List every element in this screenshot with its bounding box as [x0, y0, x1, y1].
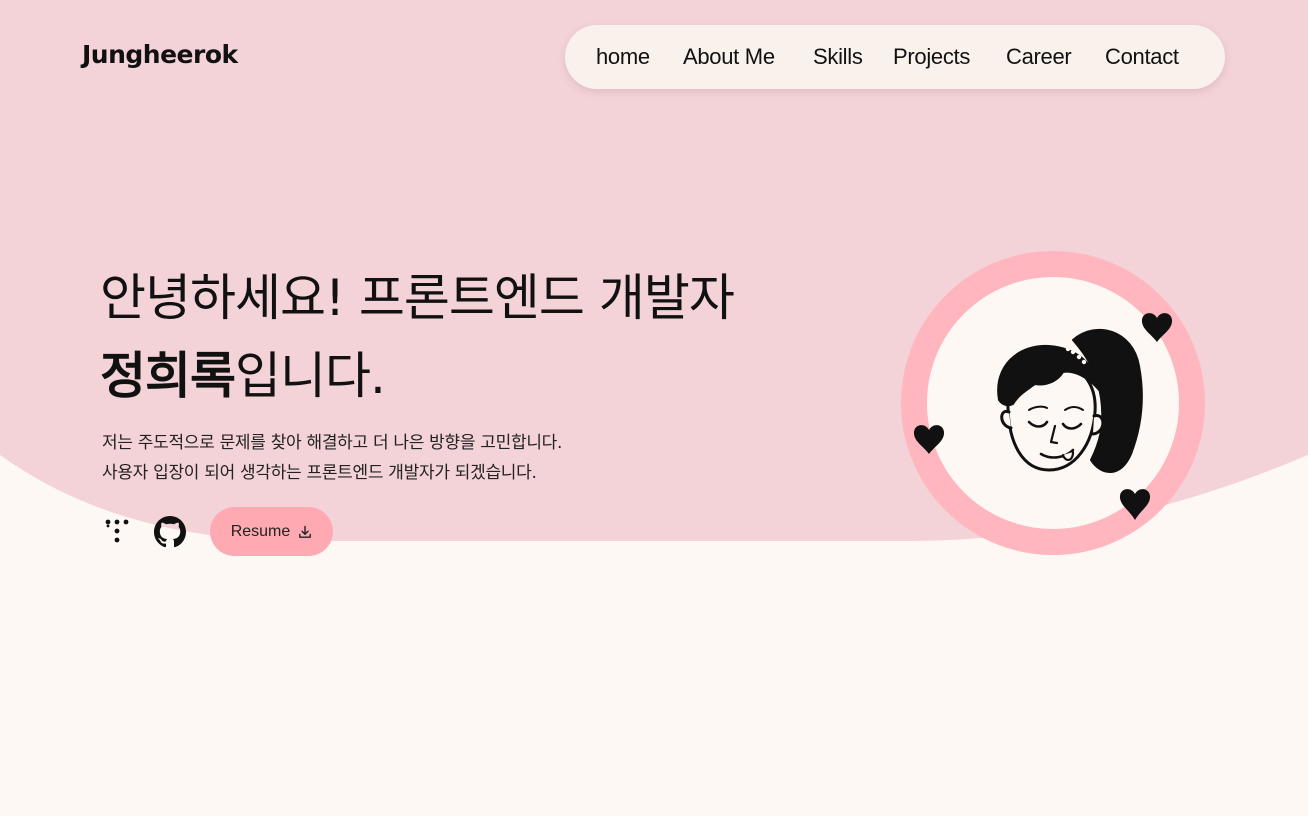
hero-headline-line1: 안녕하세요! 프론트엔드 개발자: [100, 269, 735, 327]
nav-item-skills[interactable]: Skills: [813, 25, 863, 89]
profile-avatar: [895, 248, 1215, 568]
main-nav: home About Me Skills Projects Career Con…: [565, 25, 1225, 89]
hero-headline-line2: 정희록입니다.: [100, 336, 386, 408]
nav-item-home[interactable]: home: [596, 25, 650, 89]
girl-illustration-icon: [997, 328, 1143, 473]
nav-item-contact[interactable]: Contact: [1105, 25, 1179, 89]
github-icon[interactable]: [154, 516, 186, 553]
site-logo[interactable]: Jungheerok: [82, 40, 238, 69]
hero-name: 정희록: [100, 347, 236, 405]
nav-item-about-me[interactable]: About Me: [683, 25, 775, 89]
resume-button[interactable]: Resume: [210, 507, 333, 556]
hero-description-line2: 사용자 입장이 되어 생각하는 프론트엔드 개발자가 되겠습니다.: [102, 463, 537, 483]
resume-label: Resume: [230, 522, 291, 540]
download-icon: [298, 525, 312, 539]
hero-description-line1: 저는 주도적으로 문제를 찾아 해결하고 더 나은 방향을 고민합니다.: [102, 433, 563, 453]
nav-item-projects[interactable]: Projects: [893, 25, 970, 89]
nav-item-career[interactable]: Career: [1006, 25, 1072, 89]
tistory-icon[interactable]: [101, 516, 133, 553]
hero-headline-suffix: 입니다.: [235, 347, 386, 405]
